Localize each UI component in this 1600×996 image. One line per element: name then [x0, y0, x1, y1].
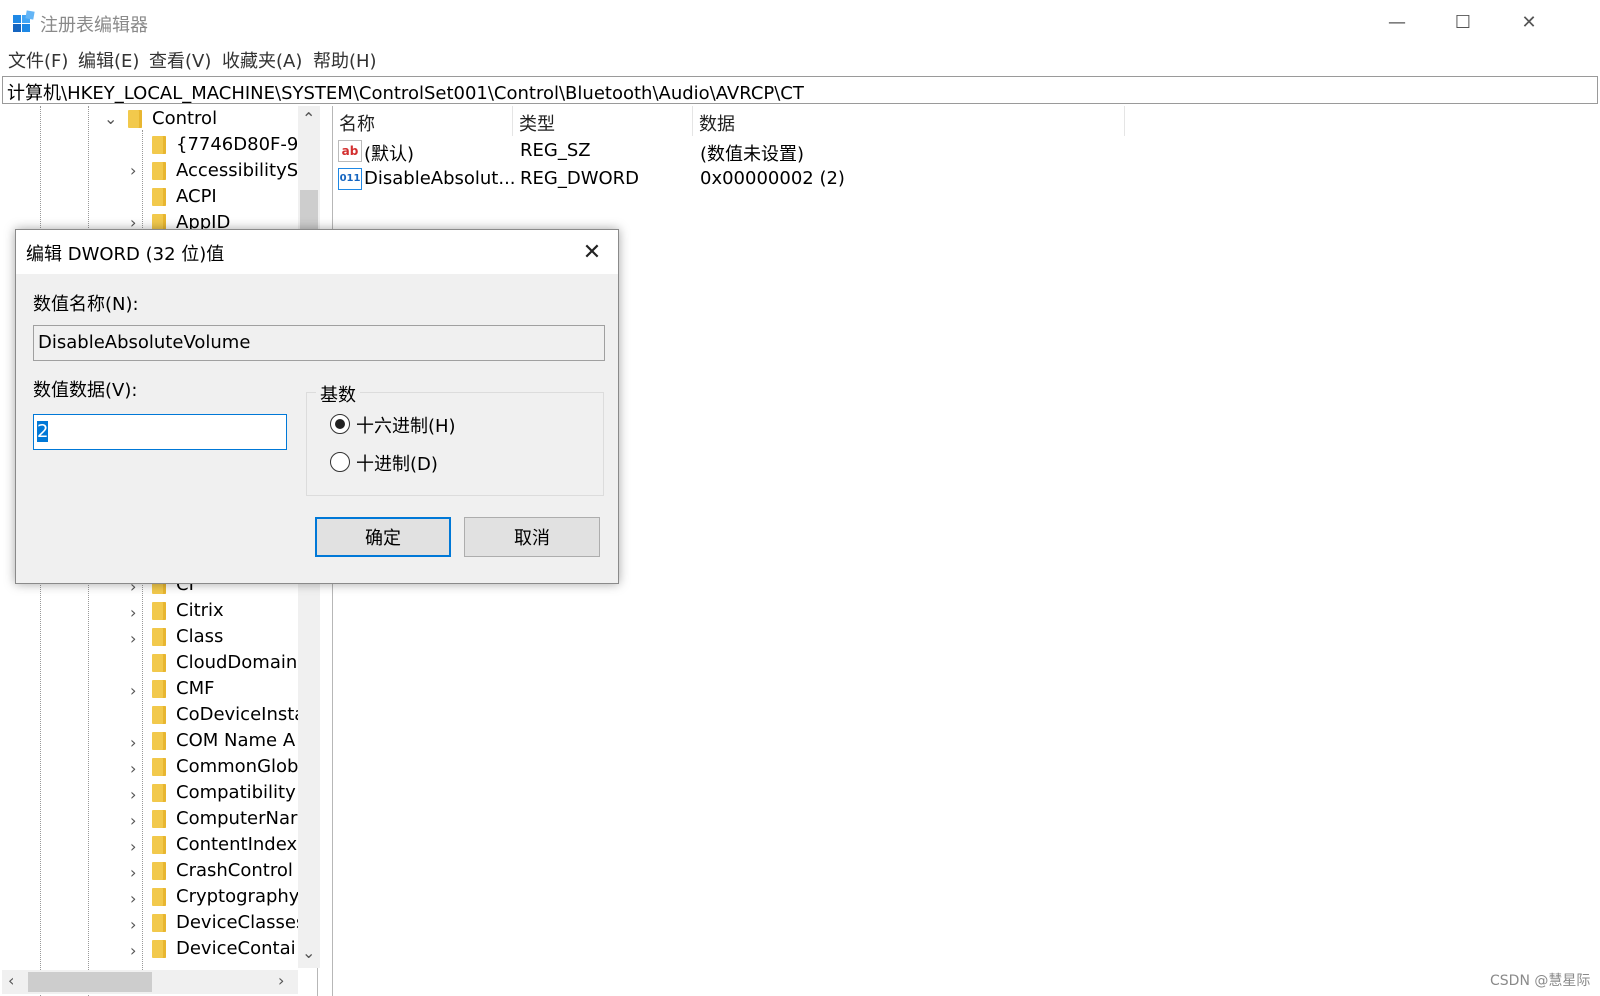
value-name-label: 数值名称(N): [33, 294, 139, 315]
radio-decimal[interactable] [330, 452, 350, 472]
value-name[interactable]: (默认) [364, 140, 414, 166]
radio-hex[interactable] [330, 414, 350, 434]
window-title: 注册表编辑器 [40, 15, 148, 36]
folder-icon [152, 162, 166, 180]
scroll-up-icon[interactable]: ⌃ [302, 110, 315, 128]
folder-icon [128, 110, 142, 128]
edit-dword-dialog: 编辑 DWORD (32 位)值 ✕ 数值名称(N): DisableAbsol… [15, 229, 619, 584]
tree-item[interactable]: COM Name A [176, 730, 295, 752]
folder-icon [152, 628, 166, 646]
value-data: (数值未设置) [700, 144, 805, 165]
chevron-right-icon[interactable]: › [130, 942, 136, 960]
tree-vertical-scroll-thumb[interactable] [300, 190, 318, 230]
column-header-type[interactable]: 类型 [519, 110, 555, 136]
menu-file[interactable]: 文件(F) [8, 47, 68, 73]
tree-item[interactable]: CMF [176, 678, 214, 700]
chevron-right-icon[interactable]: › [130, 630, 136, 648]
tree-item[interactable]: CoDeviceInsta [176, 704, 305, 726]
chevron-right-icon[interactable]: › [130, 760, 136, 778]
tree-item[interactable]: ACPI [176, 186, 217, 208]
folder-icon [152, 836, 166, 854]
radio-decimal-label[interactable]: 十进制(D) [356, 450, 438, 476]
dialog-close-button[interactable]: ✕ [572, 234, 612, 270]
tree-item[interactable]: CommonGlob [176, 756, 298, 778]
folder-icon [152, 862, 166, 880]
tree-item[interactable]: AccessibilitySe [176, 160, 309, 182]
tree-item[interactable]: Cryptography [176, 886, 299, 908]
value-type: REG_SZ [520, 140, 591, 161]
value-name-field[interactable]: DisableAbsoluteVolume [33, 325, 605, 361]
menu-edit[interactable]: 编辑(E) [78, 47, 139, 73]
dialog-title-bar: 编辑 DWORD (32 位)值 ✕ [16, 230, 618, 274]
chevron-down-icon[interactable]: ⌄ [104, 110, 117, 128]
value-type: REG_DWORD [520, 168, 640, 189]
folder-icon [152, 888, 166, 906]
tree-item[interactable]: CrashControl [176, 860, 293, 882]
tree-horizontal-scroll-thumb[interactable] [28, 972, 152, 992]
tree-item[interactable]: Compatibility [176, 782, 296, 804]
folder-icon [152, 706, 166, 724]
folder-icon [152, 758, 166, 776]
value-data-input[interactable]: 2 [33, 414, 287, 450]
chevron-right-icon[interactable]: › [130, 916, 136, 934]
chevron-right-icon[interactable]: › [130, 162, 136, 180]
folder-icon [152, 810, 166, 828]
address-bar[interactable]: 计算机\HKEY_LOCAL_MACHINE\SYSTEM\ControlSet… [2, 76, 1598, 104]
watermark: CSDN @慧星际 [1490, 973, 1591, 989]
minimize-button[interactable]: — [1364, 0, 1430, 44]
menu-favorites[interactable]: 收藏夹(A) [222, 47, 302, 73]
radix-group [306, 392, 604, 496]
chevron-right-icon[interactable]: › [130, 838, 136, 856]
folder-icon [152, 680, 166, 698]
folder-icon [152, 940, 166, 958]
value-name[interactable]: DisableAbsolut... [364, 168, 516, 189]
folder-icon [152, 732, 166, 750]
column-header-data[interactable]: 数据 [699, 110, 735, 136]
folder-icon [152, 188, 166, 206]
value-data-label: 数值数据(V): [33, 380, 138, 401]
radix-label: 基数 [316, 381, 360, 407]
folder-icon [152, 784, 166, 802]
close-button[interactable]: ✕ [1496, 0, 1562, 44]
folder-icon [152, 136, 166, 154]
tree-item[interactable]: ContentIndex [176, 834, 297, 856]
regedit-icon [12, 10, 36, 34]
tree-item[interactable]: Citrix [176, 600, 224, 622]
tree-item[interactable]: Class [176, 626, 223, 648]
folder-icon [152, 602, 166, 620]
menu-help[interactable]: 帮助(H) [313, 47, 377, 73]
scroll-right-icon[interactable]: › [278, 972, 284, 990]
folder-icon [152, 914, 166, 932]
tree-item[interactable]: DeviceContai [176, 938, 296, 960]
chevron-right-icon[interactable]: › [130, 890, 136, 908]
chevron-right-icon[interactable]: › [130, 864, 136, 882]
tree-item[interactable]: ComputerNar [176, 808, 297, 830]
title-bar: 注册表编辑器 — ☐ ✕ [0, 0, 1600, 44]
ok-button[interactable]: 确定 [315, 517, 451, 557]
value-data: 0x00000002 (2) [700, 168, 845, 189]
string-value-icon: ab [338, 140, 362, 162]
tree-item-control[interactable]: Control [152, 108, 217, 130]
tree-item[interactable]: DeviceClasses [176, 912, 305, 934]
chevron-right-icon[interactable]: › [130, 812, 136, 830]
chevron-right-icon[interactable]: › [130, 682, 136, 700]
maximize-button[interactable]: ☐ [1430, 0, 1496, 44]
folder-icon [152, 654, 166, 672]
binary-value-icon: 011 [338, 168, 362, 190]
address-path: 计算机\HKEY_LOCAL_MACHINE\SYSTEM\ControlSet… [7, 83, 804, 104]
radio-selected-dot [335, 419, 345, 429]
menu-view[interactable]: 查看(V) [149, 47, 211, 73]
column-header-name[interactable]: 名称 [339, 110, 375, 136]
scroll-down-icon[interactable]: ⌄ [302, 944, 315, 962]
dialog-title: 编辑 DWORD (32 位)值 [26, 244, 225, 265]
tree-item[interactable]: CloudDomain [176, 652, 297, 674]
chevron-right-icon[interactable]: › [130, 786, 136, 804]
tree-item[interactable]: {7746D80F-97 [176, 134, 310, 156]
radio-hex-label[interactable]: 十六进制(H) [356, 412, 456, 438]
value-data-text: 2 [37, 421, 49, 442]
chevron-right-icon[interactable]: › [130, 604, 136, 622]
scroll-left-icon[interactable]: ‹ [8, 972, 14, 990]
chevron-right-icon[interactable]: › [130, 734, 136, 752]
cancel-button[interactable]: 取消 [464, 517, 600, 557]
